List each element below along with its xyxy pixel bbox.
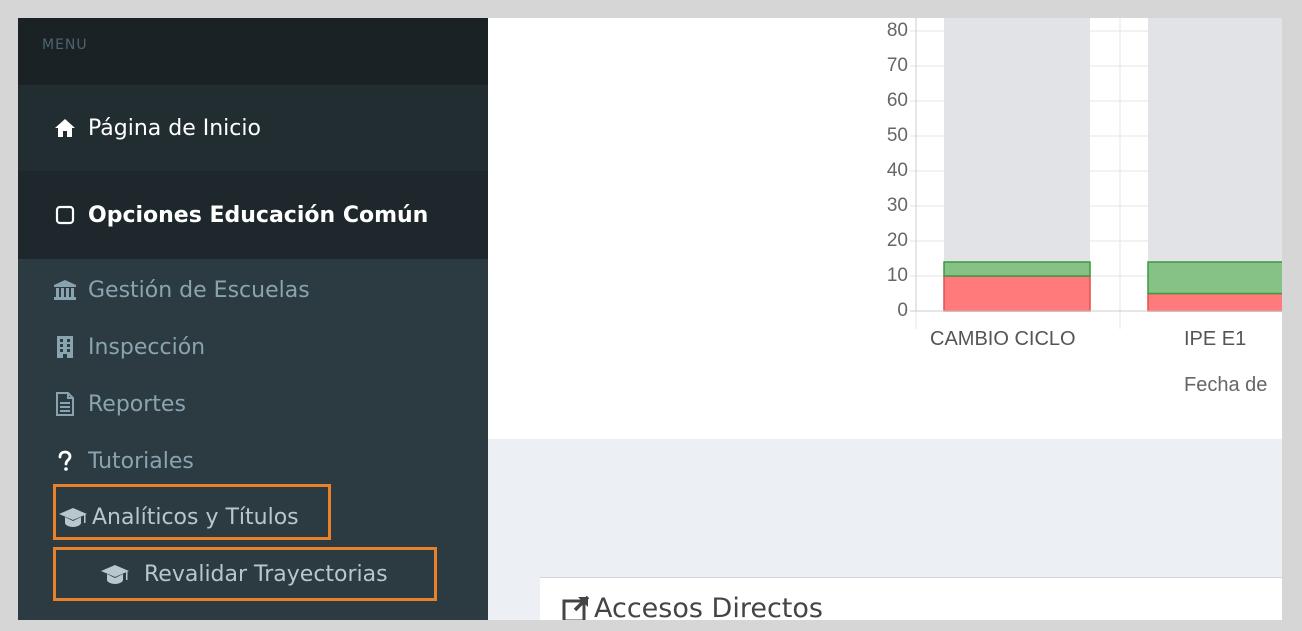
bar-1-series-1: [1147, 261, 1282, 295]
sidebar-item-inspeccion[interactable]: Inspección: [18, 319, 488, 375]
sidebar-item-analiticos-titulos[interactable]: Analíticos y Títulos: [18, 489, 488, 545]
accesos-directos-label: Accesos Directos: [594, 593, 823, 620]
sidebar-item-label: Página de Inicio: [88, 115, 261, 141]
building-icon: [52, 334, 78, 360]
sidebar-item-label: Revalidar Trayectorias: [144, 561, 388, 587]
bank-icon: [52, 277, 78, 303]
chart-panel: 0 10 20 30 40 50 60 70 80 CAMBIO CICLO IPE E1 Fec…: [488, 18, 1282, 439]
main-content: 0 10 20 30 40 50 60 70 80 CAMBIO CICLO IPE E1 Fec…: [488, 18, 1282, 620]
graduation-cap-icon: [100, 561, 130, 587]
sidebar-item-home[interactable]: Página de Inicio: [18, 85, 488, 171]
graduation-cap-icon: [58, 504, 88, 530]
file-text-icon: [52, 391, 78, 417]
bar-0-series-1: [943, 261, 1091, 277]
bar-0-series-0: [943, 275, 1091, 312]
accesos-directos-title: Accesos Directos: [562, 593, 823, 620]
sidebar-item-label: Opciones Educación Común: [88, 202, 429, 228]
accesos-directos-panel: Accesos Directos: [540, 577, 1282, 620]
sidebar-item-revalidar-trayectorias[interactable]: Revalidar Trayectorias: [18, 548, 488, 600]
x-axis-label: Fecha de: [1184, 374, 1268, 396]
app-frame: MENU Página de Inicio Opciones Educación…: [18, 18, 1282, 620]
sidebar-item-label: Tutoriales: [88, 448, 194, 474]
sidebar-item-label: Reportes: [88, 391, 186, 417]
sidebar-item-opciones-educacion-comun[interactable]: Opciones Educación Común: [18, 171, 488, 259]
bar-chart: [910, 18, 1282, 329]
question-icon: [52, 448, 78, 474]
square-icon: [52, 202, 78, 228]
sidebar: MENU Página de Inicio Opciones Educación…: [18, 18, 488, 620]
home-icon: [52, 115, 78, 141]
sidebar-item-tutoriales[interactable]: Tutoriales: [18, 433, 488, 489]
sidebar-item-reportes[interactable]: Reportes: [18, 376, 488, 432]
sidebar-item-label: Analíticos y Títulos: [92, 504, 299, 530]
external-link-icon: [562, 595, 590, 620]
sidebar-item-label: Gestión de Escuelas: [88, 277, 310, 303]
bar-1-series-0: [1147, 292, 1282, 312]
menu-header: MENU: [18, 18, 488, 85]
menu-header-label: MENU: [42, 37, 88, 53]
sidebar-item-label: Inspección: [88, 334, 206, 360]
sidebar-item-gestion-escuelas[interactable]: Gestión de Escuelas: [18, 262, 488, 318]
